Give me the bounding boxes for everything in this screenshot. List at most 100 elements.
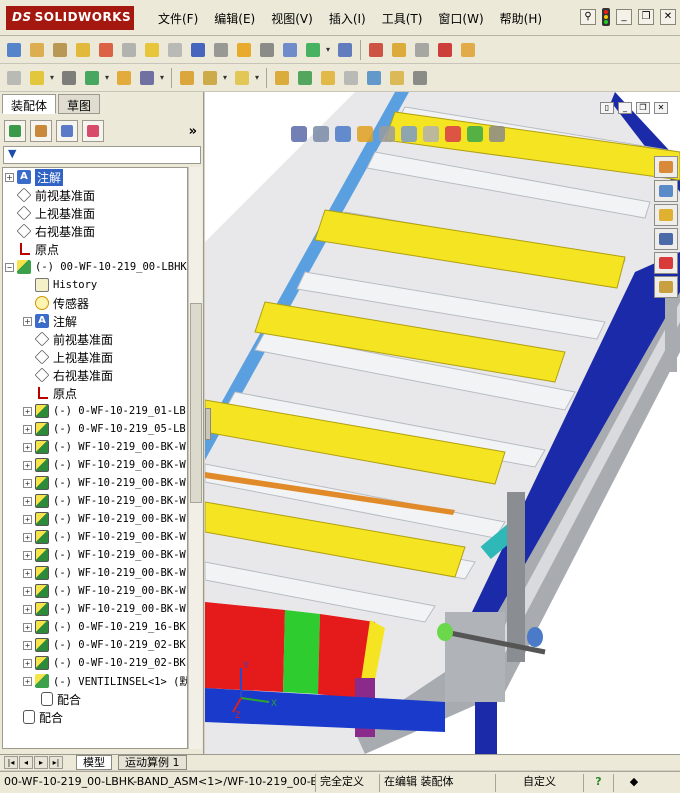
panel-collapse-handle[interactable] <box>205 408 211 440</box>
chevron-down-icon[interactable]: ▾ <box>105 73 111 82</box>
chevron-down-icon[interactable]: ▾ <box>50 73 56 82</box>
appearance-icon[interactable] <box>458 40 478 60</box>
verify-icon[interactable] <box>412 40 432 60</box>
view-orientation-icon[interactable] <box>379 126 395 142</box>
instant3d-icon[interactable] <box>410 68 430 88</box>
tree-item-history[interactable]: History <box>35 276 97 294</box>
menu-file[interactable]: 文件(F) <box>150 10 206 27</box>
checkbox-icon[interactable] <box>142 40 162 60</box>
tree-item-component[interactable]: + (-) WF-10-219_00-BK-W <box>23 510 186 528</box>
tree-item-component[interactable]: + (-) 0-WF-10-219_02-BK <box>23 636 186 654</box>
expand-toggle[interactable]: + <box>23 406 32 416</box>
first-tab-icon[interactable]: |◂ <box>4 756 18 769</box>
tree-item-front-plane-sub[interactable]: 前视基准面 <box>34 330 113 348</box>
check-tool-icon[interactable] <box>303 40 323 60</box>
reference-geometry-icon[interactable] <box>232 68 252 88</box>
file-explorer-icon[interactable] <box>654 204 678 226</box>
custom-properties-icon[interactable] <box>654 276 678 298</box>
tab-model[interactable]: 模型 <box>76 755 112 770</box>
chevron-down-icon[interactable]: ▾ <box>223 73 229 82</box>
pattern-icon[interactable] <box>82 68 102 88</box>
menu-view[interactable]: 视图(V) <box>263 10 321 27</box>
expand-toggle[interactable]: + <box>23 622 32 632</box>
filter-icon[interactable]: ▼ <box>8 147 16 160</box>
scene-icon[interactable] <box>467 126 483 142</box>
tree-item-component[interactable]: + (-) WF-10-219_00-BK-W <box>23 600 186 618</box>
tab-sketch[interactable]: 草图 <box>58 94 101 114</box>
hole-alignment-icon[interactable] <box>387 68 407 88</box>
appearances-icon[interactable] <box>654 252 678 274</box>
show-hidden-icon[interactable] <box>200 68 220 88</box>
prev-tab-icon[interactable]: ◂ <box>19 756 33 769</box>
chevron-down-icon[interactable]: ▾ <box>160 73 166 82</box>
last-tab-icon[interactable]: ▸| <box>49 756 63 769</box>
doc-minimize-button[interactable]: _ <box>618 102 632 114</box>
assembly-feature-icon[interactable] <box>272 68 292 88</box>
doc-close-button[interactable]: ✕ <box>654 102 668 114</box>
expand-toggle[interactable]: + <box>23 586 32 596</box>
expand-toggle[interactable]: + <box>23 640 32 650</box>
expand-toggle[interactable]: + <box>23 442 32 452</box>
menu-tools[interactable]: 工具(T) <box>374 10 431 27</box>
split-view-button[interactable]: ▯ <box>600 102 614 114</box>
menu-edit[interactable]: 编辑(E) <box>206 10 263 27</box>
tree-filter[interactable]: ▼ <box>3 146 201 164</box>
tree-item-component[interactable]: + (-) WF-10-219_00-BK-W <box>23 492 186 510</box>
tree-item-component[interactable]: + (-) WF-10-219_00-BK-W <box>23 474 186 492</box>
tree-item-component[interactable]: + (-) 0-WF-10-219_02-BK <box>23 654 186 672</box>
move-component-icon[interactable] <box>114 68 134 88</box>
help-icon[interactable]: ? <box>584 773 614 792</box>
view-palette-icon[interactable] <box>654 228 678 250</box>
tree-item-right-plane[interactable]: 右视基准面 <box>16 222 95 240</box>
section-view-icon[interactable] <box>357 126 373 142</box>
restore-button[interactable]: ❐ <box>638 9 654 25</box>
rotate-component-icon[interactable] <box>137 68 157 88</box>
minimize-button[interactable]: _ <box>616 9 632 25</box>
rebuild-traffic-light-icon[interactable] <box>602 8 610 26</box>
tree-item-right-plane-sub[interactable]: 右视基准面 <box>34 366 113 384</box>
tab-motion-study[interactable]: 运动算例 1 <box>118 755 187 770</box>
tree-item-origin-sub[interactable]: 原点 <box>35 384 77 402</box>
balance-icon[interactable] <box>50 40 70 60</box>
expand-toggle[interactable]: + <box>23 676 32 686</box>
tab-assembly[interactable]: 装配体 <box>2 94 57 114</box>
configuration-manager-icon[interactable] <box>56 120 78 142</box>
expand-toggle[interactable]: + <box>23 532 32 542</box>
tree-item-annotations[interactable]: + A 注解 <box>5 168 64 186</box>
table-icon[interactable] <box>280 40 300 60</box>
tree-item-annotations-sub[interactable]: + A 注解 <box>23 312 77 330</box>
tree-item-component[interactable]: + (-) 0-WF-10-219_05-LB <box>23 420 186 438</box>
close-button[interactable]: ✕ <box>660 9 676 25</box>
tree-item-top-plane[interactable]: 上视基准面 <box>16 204 95 222</box>
view-settings-icon[interactable] <box>489 126 505 142</box>
annotation-icon[interactable] <box>27 40 47 60</box>
sigma-icon[interactable] <box>188 40 208 60</box>
explode-line-icon[interactable] <box>318 68 338 88</box>
previous-view-icon[interactable] <box>335 126 351 142</box>
collapse-toggle[interactable]: − <box>5 262 14 272</box>
measure-icon[interactable] <box>211 40 231 60</box>
new-part-icon[interactable] <box>27 68 47 88</box>
tree-item-mates-sub[interactable]: 配合 <box>41 690 81 708</box>
next-tab-icon[interactable]: ▸ <box>34 756 48 769</box>
interference-icon[interactable] <box>341 68 361 88</box>
expand-toggle[interactable]: + <box>23 568 32 578</box>
color-square-icon[interactable] <box>435 40 455 60</box>
tree-item-component[interactable]: + (-) WF-10-219_00-BK-W <box>23 582 186 600</box>
expand-toggle[interactable]: + <box>23 460 32 470</box>
pin-icon[interactable]: ⚲ <box>580 9 596 25</box>
expand-toggle[interactable]: + <box>23 496 32 506</box>
more-tabs-button[interactable]: » <box>189 124 197 139</box>
graphics-area[interactable]: ▯ _ ❐ ✕ Y X Z <box>205 92 680 754</box>
menu-help[interactable]: 帮助(H) <box>492 10 550 27</box>
solidworks-logo[interactable]: DS SOLIDWORKS <box>6 6 134 30</box>
align-icon[interactable] <box>257 40 277 60</box>
gray-check-icon[interactable] <box>165 40 185 60</box>
expand-toggle[interactable]: + <box>23 514 32 524</box>
design-library-icon[interactable] <box>654 180 678 202</box>
smart-fastener-icon[interactable] <box>177 68 197 88</box>
tree-item-front-plane[interactable]: 前视基准面 <box>16 186 95 204</box>
spell-check-icon[interactable] <box>4 40 24 60</box>
expand-toggle[interactable]: + <box>23 604 32 614</box>
expand-toggle[interactable]: + <box>23 478 32 488</box>
